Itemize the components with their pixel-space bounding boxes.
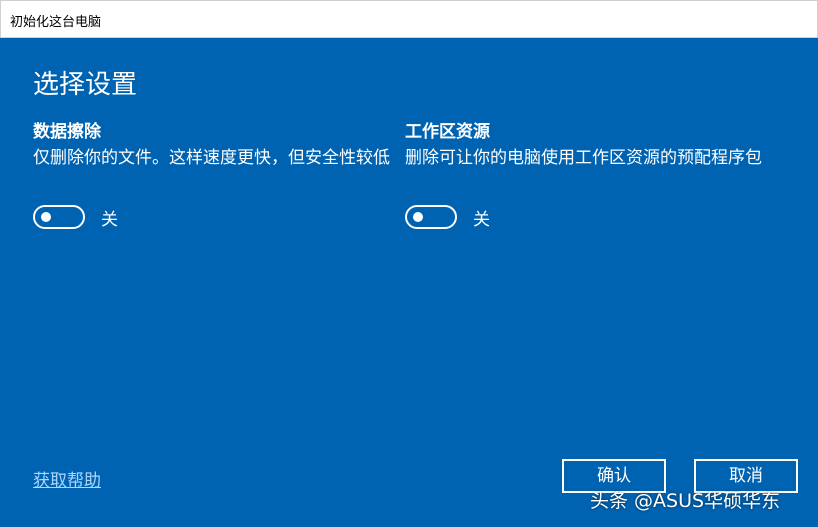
window-title: 初始化这台电脑 bbox=[10, 15, 102, 30]
workspace-resources-description: 删除可让你的电脑使用工作区资源的预配程序包 bbox=[405, 148, 762, 168]
get-help-link[interactable]: 获取帮助 bbox=[33, 466, 101, 491]
workspace-resources-section: 工作区资源 删除可让你的电脑使用工作区资源的预配程序包 bbox=[405, 120, 775, 171]
data-erase-title: 数据擦除 bbox=[33, 122, 101, 142]
data-erase-toggle-row: 关 bbox=[33, 205, 118, 230]
toggle-knob bbox=[41, 212, 51, 222]
dialog-content: 选择设置 数据擦除 仅删除你的文件。这样速度更快，但安全性较低 工作区资源 删除… bbox=[0, 38, 818, 527]
watermark: 头条 @ASUS华硕华东 bbox=[590, 490, 781, 512]
workspace-resources-title: 工作区资源 bbox=[405, 122, 490, 142]
data-erase-toggle-state: 关 bbox=[101, 209, 118, 230]
toggle-knob bbox=[413, 212, 423, 222]
window-titlebar: 初始化这台电脑 bbox=[0, 0, 818, 38]
page-title: 选择设置 bbox=[33, 70, 138, 100]
data-erase-toggle[interactable] bbox=[33, 205, 85, 229]
workspace-resources-toggle-row: 关 bbox=[405, 205, 490, 230]
data-erase-description: 仅删除你的文件。这样速度更快，但安全性较低 bbox=[33, 148, 390, 168]
workspace-resources-toggle[interactable] bbox=[405, 205, 457, 229]
data-erase-section: 数据擦除 仅删除你的文件。这样速度更快，但安全性较低 bbox=[33, 120, 405, 171]
workspace-resources-toggle-state: 关 bbox=[473, 209, 490, 230]
